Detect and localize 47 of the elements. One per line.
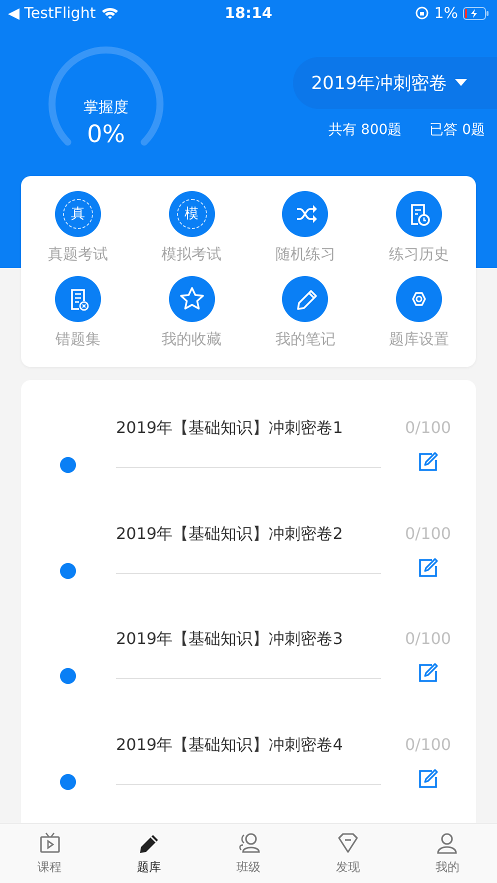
rotation-lock-icon	[415, 6, 430, 20]
answered-count: 已答 0题	[430, 121, 485, 139]
tab[interactable]: 发现	[298, 824, 398, 883]
tab[interactable]: 班级	[198, 824, 298, 883]
paper-title[interactable]: 2019年【基础知识】冲刺密卷4	[116, 734, 381, 756]
mastery-label: 掌握度	[82, 98, 130, 117]
clock: 18:14	[224, 4, 272, 22]
status-dot	[60, 457, 76, 473]
paper-title[interactable]: 2019年【基础知识】冲刺密卷2	[116, 524, 381, 544]
edit-icon	[417, 662, 440, 684]
feature-button[interactable]: 错题集	[21, 276, 135, 349]
feature-button[interactable]: 我的收藏	[134, 276, 248, 349]
battery-percent: 1%	[434, 4, 458, 22]
mastery-value: 0%	[86, 120, 126, 148]
paper-title[interactable]: 2019年【基础知识】冲刺密卷1	[116, 418, 381, 439]
feature-button[interactable]: 随机练习	[248, 191, 362, 264]
badge-icon: 模	[168, 191, 215, 237]
feature-button[interactable]: 真 真题考试	[21, 191, 135, 264]
bank-selector[interactable]: 2019年冲刺密卷	[293, 57, 497, 109]
status-dot	[60, 562, 76, 578]
wifi-icon	[100, 6, 119, 20]
feature-button[interactable]: 题库设置	[362, 276, 476, 349]
paper-score: 0/100	[405, 734, 452, 754]
paper-score: 0/100	[405, 418, 452, 437]
back-link[interactable]: ◀ TestFlight	[8, 4, 96, 22]
caret-icon	[454, 79, 467, 87]
tab[interactable]: 题库	[99, 824, 199, 883]
feature-button[interactable]: 模 模拟考试	[134, 191, 248, 264]
paper-score: 0/100	[405, 524, 452, 542]
tab[interactable]: 我的	[398, 824, 497, 883]
person-icon	[435, 831, 460, 855]
edit-icon	[417, 768, 440, 790]
total-count: 共有 800题	[328, 121, 402, 139]
diamond-icon	[336, 831, 360, 855]
tv-icon	[38, 831, 62, 855]
battery-icon	[463, 6, 489, 20]
people-icon	[236, 831, 261, 855]
feature-button[interactable]: 我的笔记	[248, 276, 362, 349]
edit-icon	[417, 556, 440, 578]
paper-score: 0/100	[405, 629, 452, 648]
status-dot	[60, 774, 76, 790]
paper-title[interactable]: 2019年【基础知识】冲刺密卷3	[116, 629, 381, 650]
feature-button[interactable]: 练习历史	[362, 191, 476, 264]
badge-icon: 真	[54, 191, 101, 237]
edit-icon	[417, 451, 440, 473]
tab[interactable]: 课程	[0, 824, 100, 883]
status-dot	[60, 668, 76, 684]
